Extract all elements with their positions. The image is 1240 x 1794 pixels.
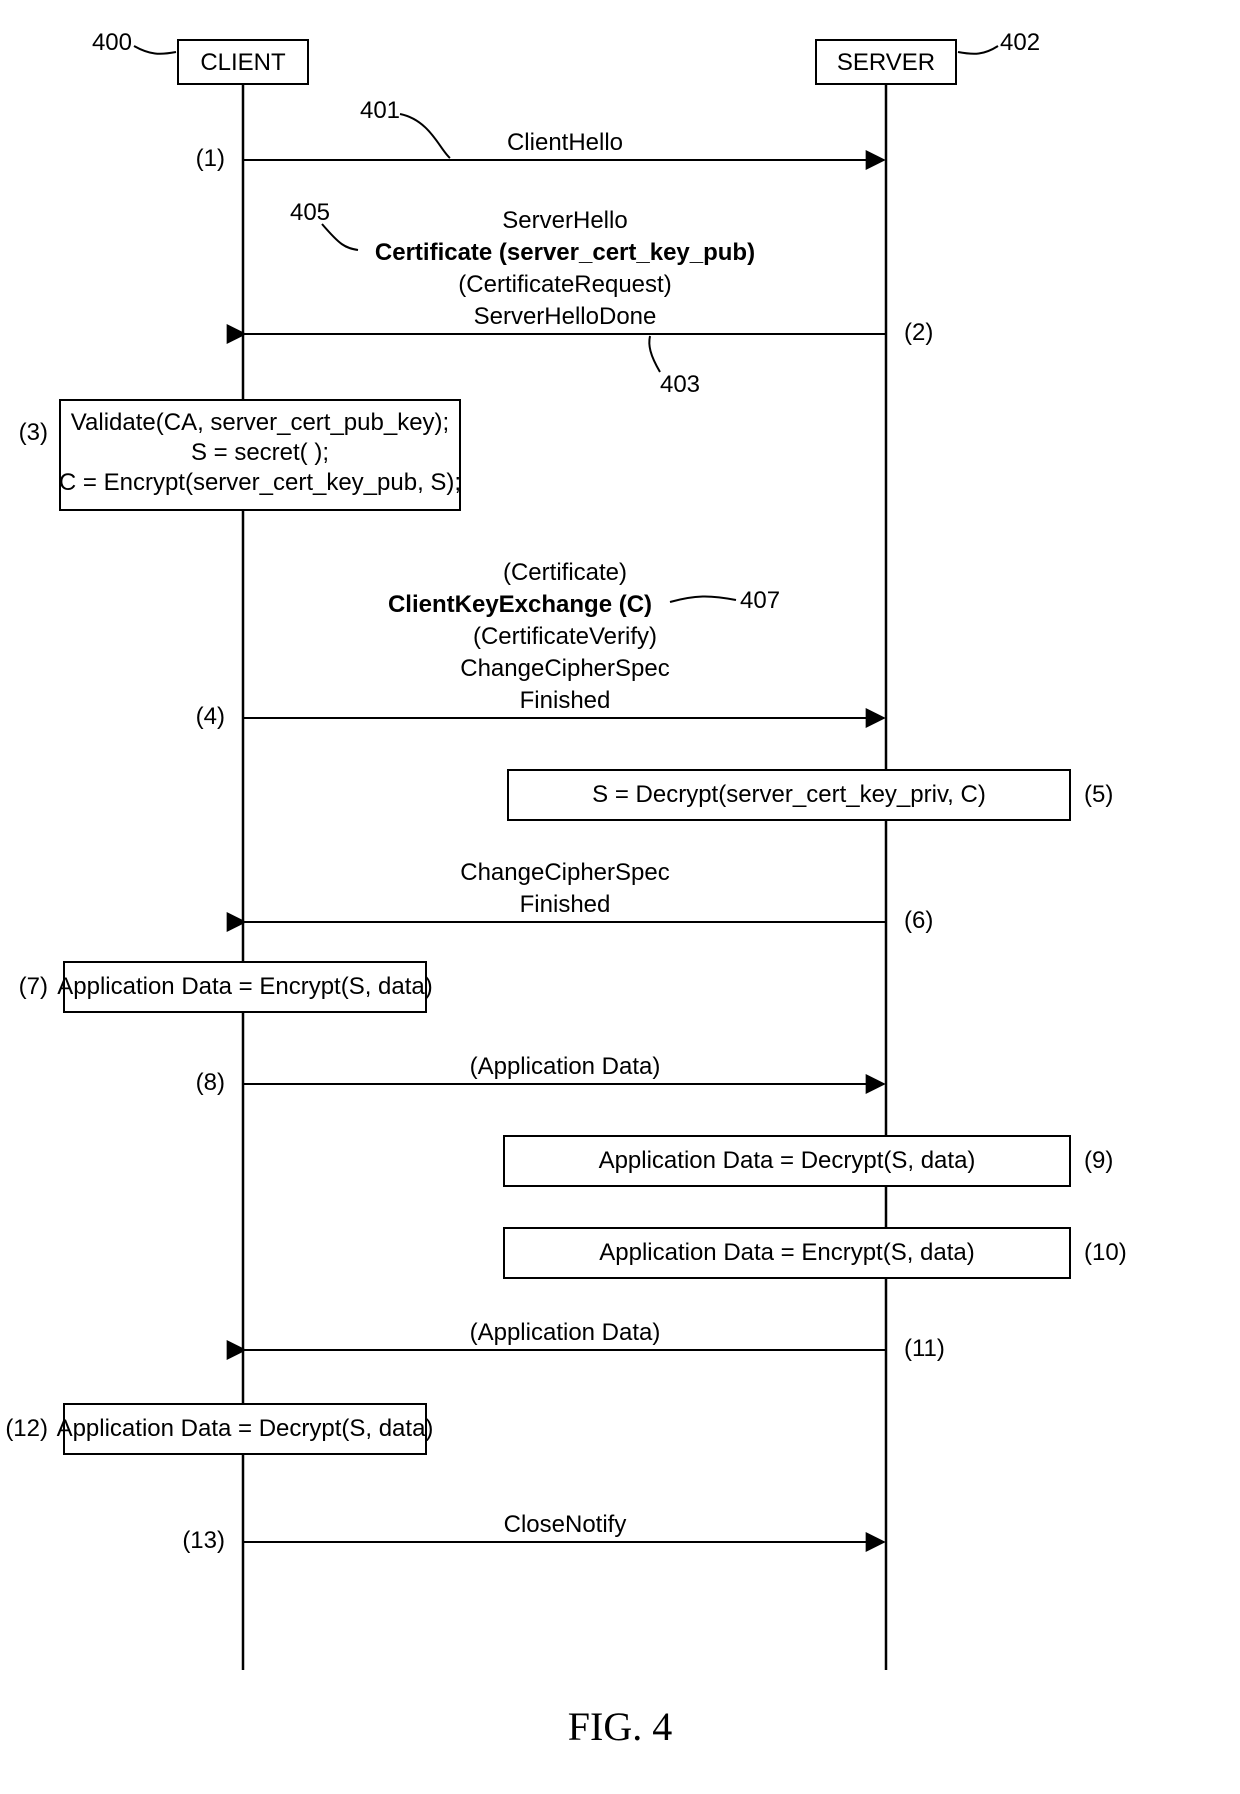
sequence-diagram: CLIENT 400 SERVER 402 (1) ClientHello 40…	[0, 0, 1240, 1794]
ref-407: 407	[740, 587, 780, 614]
msg-cert-pub: Certificate (server_cert_key_pub)	[375, 239, 755, 266]
leader-400	[134, 46, 176, 54]
server-header-label: SERVER	[837, 49, 935, 76]
client-header-label: CLIENT	[200, 49, 286, 76]
leader-403	[649, 336, 660, 372]
leader-401	[400, 114, 450, 158]
msg-finished-2: Finished	[520, 891, 611, 918]
step-8: (8)	[196, 1069, 225, 1096]
leader-402	[958, 46, 998, 54]
ref-401: 401	[360, 97, 400, 124]
ref-400: 400	[92, 29, 132, 56]
ref-402: 402	[1000, 29, 1040, 56]
msg-client-hello: ClientHello	[507, 129, 623, 156]
msg-client-key-exchange: ClientKeyExchange (C)	[388, 591, 652, 618]
step-12: (12)	[5, 1415, 48, 1442]
step-7: (7)	[19, 973, 48, 1000]
leader-407	[670, 596, 736, 602]
step-3: (3)	[19, 419, 48, 446]
msg-ccs-2: ChangeCipherSpec	[460, 859, 669, 886]
msg-finished-1: Finished	[520, 687, 611, 714]
box3-l3: C = Encrypt(server_cert_key_pub, S);	[59, 469, 461, 496]
msg-ccs-1: ChangeCipherSpec	[460, 655, 669, 682]
leader-405	[322, 224, 358, 250]
msg-close-notify: CloseNotify	[504, 1511, 627, 1538]
box12: Application Data = Decrypt(S, data)	[57, 1415, 434, 1442]
msg-appdata-1: (Application Data)	[470, 1053, 661, 1080]
ref-403: 403	[660, 371, 700, 398]
step-4: (4)	[196, 703, 225, 730]
msg-server-hello: ServerHello	[502, 207, 627, 234]
ref-405: 405	[290, 199, 330, 226]
step-5: (5)	[1084, 781, 1113, 808]
box7: Application Data = Encrypt(S, data)	[57, 973, 433, 1000]
step-1: (1)	[196, 145, 225, 172]
box10: Application Data = Encrypt(S, data)	[599, 1239, 975, 1266]
msg-cert-req: (CertificateRequest)	[458, 271, 671, 298]
step-9: (9)	[1084, 1147, 1113, 1174]
msg-server-hello-done: ServerHelloDone	[474, 303, 657, 330]
figure-label: FIG. 4	[568, 1704, 672, 1749]
box3-l1: Validate(CA, server_cert_pub_key);	[71, 409, 449, 436]
msg-appdata-2: (Application Data)	[470, 1319, 661, 1346]
box9: Application Data = Decrypt(S, data)	[599, 1147, 976, 1174]
msg-certificate: (Certificate)	[503, 559, 627, 586]
step-13: (13)	[182, 1527, 225, 1554]
box3-l2: S = secret( );	[191, 439, 329, 466]
step-11: (11)	[904, 1335, 945, 1362]
step-10: (10)	[1084, 1239, 1127, 1266]
box5: S = Decrypt(server_cert_key_priv, C)	[592, 781, 986, 808]
msg-cert-verify: (CertificateVerify)	[473, 623, 657, 650]
step-6: (6)	[904, 907, 933, 934]
step-2: (2)	[904, 319, 933, 346]
